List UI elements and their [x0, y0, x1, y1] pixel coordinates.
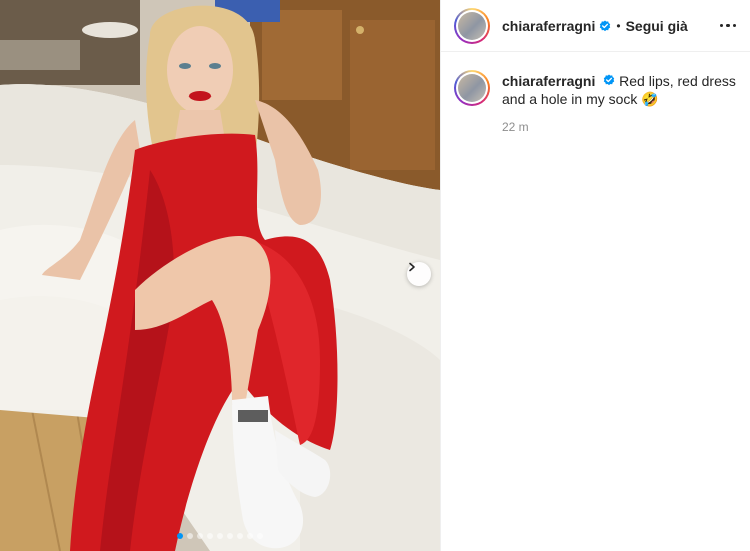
caption-comment: chiaraferragni Red lips, red dress and a…: [441, 52, 750, 136]
carousel-dot: [237, 533, 243, 539]
carousel-dot: [207, 533, 213, 539]
verified-badge-icon: [603, 74, 615, 86]
following-button[interactable]: Segui già: [626, 18, 688, 34]
carousel-dot: [247, 533, 253, 539]
post-header: chiaraferragni • Segui già: [441, 0, 750, 52]
carousel-dot: [187, 533, 193, 539]
chevron-right-icon: [409, 262, 415, 272]
username-link[interactable]: chiaraferragni: [502, 18, 595, 34]
carousel-dot: [217, 533, 223, 539]
post-photo: [0, 0, 440, 551]
caption-body: chiaraferragni Red lips, red dress and a…: [502, 72, 736, 136]
avatar[interactable]: [454, 7, 490, 44]
more-options-icon[interactable]: [714, 18, 736, 34]
post-media[interactable]: [0, 0, 440, 551]
carousel-dot: [257, 533, 263, 539]
timestamp[interactable]: 22 m: [502, 118, 736, 136]
carousel-dot: [197, 533, 203, 539]
separator-dot: •: [616, 18, 621, 33]
carousel-dot: [177, 533, 183, 539]
carousel-dot: [227, 533, 233, 539]
caption-username-link[interactable]: chiaraferragni: [502, 73, 595, 89]
carousel-indicator: [0, 533, 440, 539]
carousel-next-button[interactable]: [407, 262, 431, 286]
caption-avatar[interactable]: [454, 70, 490, 106]
verified-badge-icon: [599, 20, 611, 32]
post-side-panel: chiaraferragni • Segui già chiaraferragn…: [440, 0, 750, 551]
